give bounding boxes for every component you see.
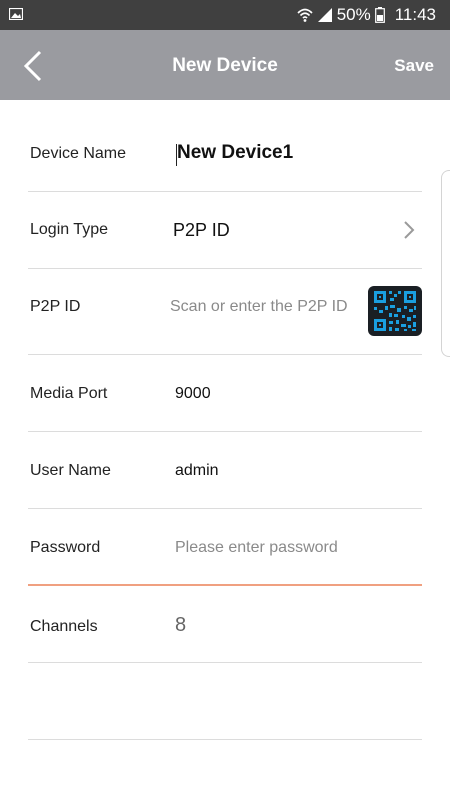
- page-title: New Device: [172, 55, 278, 76]
- p2p-id-input[interactable]: [170, 296, 360, 318]
- channels-value[interactable]: 8: [175, 614, 186, 637]
- status-time: 11:43: [394, 5, 436, 24]
- wifi-icon: [297, 8, 313, 22]
- user-name-row: User Name admin: [28, 432, 422, 509]
- battery-percent: 50%: [336, 5, 371, 24]
- login-type-label: Login Type: [30, 221, 108, 238]
- user-name-label: User Name: [30, 462, 111, 479]
- device-name-row: Device Name New Device1: [28, 115, 422, 192]
- user-name-value[interactable]: admin: [175, 462, 219, 480]
- p2p-id-label: P2P ID: [30, 298, 81, 315]
- login-type-value: P2P ID: [173, 220, 230, 240]
- password-input[interactable]: [175, 537, 415, 559]
- chevron-right-icon: [404, 221, 415, 239]
- password-label: Password: [30, 539, 101, 556]
- edge-handle[interactable]: [441, 170, 450, 357]
- qr-code-icon: [374, 291, 416, 331]
- password-row: Password: [28, 509, 422, 586]
- channels-label: Channels: [30, 618, 98, 635]
- media-port-row: Media Port 9000: [28, 355, 422, 432]
- save-button[interactable]: Save: [394, 30, 434, 100]
- device-name-label: Device Name: [30, 145, 127, 162]
- media-port-label: Media Port: [30, 385, 108, 402]
- status-indicators: 50% 11:43: [297, 0, 436, 30]
- app-bar: New Device Save: [0, 30, 450, 100]
- empty-row: [28, 663, 422, 740]
- image-icon: [9, 8, 23, 20]
- channels-row: Channels 8: [28, 586, 422, 663]
- media-port-value[interactable]: 9000: [175, 385, 211, 403]
- p2p-id-row: P2P ID: [28, 269, 422, 355]
- signal-icon: [317, 8, 332, 22]
- status-bar: 50% 11:43: [0, 0, 450, 30]
- login-type-row[interactable]: Login Type P2P ID: [28, 192, 422, 269]
- qr-scan-button[interactable]: [368, 286, 422, 336]
- device-name-value[interactable]: New Device1: [177, 142, 293, 164]
- battery-icon: [374, 7, 385, 23]
